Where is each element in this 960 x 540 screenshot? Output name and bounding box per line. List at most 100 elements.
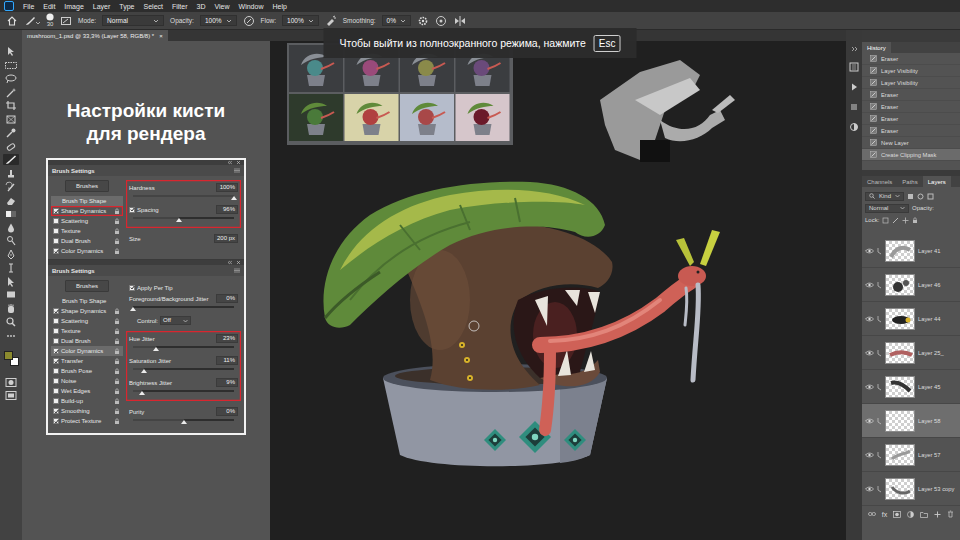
checkbox[interactable] <box>53 248 59 254</box>
history-item[interactable]: Eraser <box>862 89 960 101</box>
brush-option[interactable]: Scattering <box>51 216 123 226</box>
properties-panel-icon[interactable] <box>849 102 859 112</box>
panel-tab[interactable]: Layers <box>923 176 951 187</box>
layer-row[interactable]: Layer 46 <box>862 268 960 302</box>
control-value[interactable]: 0% <box>216 294 238 303</box>
artwork-canvas[interactable] <box>270 41 846 540</box>
filter-shape-icon[interactable] <box>927 193 934 200</box>
control-dropdown[interactable]: Off <box>160 316 191 325</box>
visibility-toggle[interactable] <box>865 416 874 425</box>
menu-item[interactable]: Type <box>119 3 134 10</box>
document-close-button[interactable]: × <box>159 33 163 39</box>
history-item[interactable]: Eraser <box>862 125 960 137</box>
layer-row[interactable]: Layer 41 <box>862 234 960 268</box>
brush-option[interactable]: Transfer <box>51 356 123 366</box>
history-panel-icon[interactable] <box>849 62 859 72</box>
history-item[interactable]: Eraser <box>862 53 960 65</box>
history-item[interactable]: Layer Visibility <box>862 77 960 89</box>
tool-button[interactable] <box>3 46 19 57</box>
symmetry-icon[interactable] <box>453 15 467 27</box>
history-item[interactable]: Eraser <box>862 101 960 113</box>
control-value[interactable]: 96% <box>216 205 238 214</box>
brush-option[interactable]: Protect Texture <box>51 416 123 426</box>
checkbox[interactable] <box>53 398 59 404</box>
checkbox[interactable] <box>129 285 135 291</box>
brush-option[interactable]: Build-up <box>51 396 123 406</box>
tool-button[interactable] <box>3 330 19 341</box>
tool-button[interactable] <box>3 235 19 246</box>
checkbox[interactable] <box>53 218 59 224</box>
slider-thumb[interactable] <box>176 218 182 222</box>
checkbox[interactable] <box>53 208 59 214</box>
brush-panel-toggle-icon[interactable] <box>60 15 72 27</box>
checkbox[interactable] <box>53 238 59 244</box>
brush-tool-icon[interactable] <box>24 15 40 27</box>
play-action-icon[interactable] <box>849 82 859 92</box>
menu-item[interactable]: Edit <box>43 3 55 10</box>
tool-button[interactable] <box>3 60 19 71</box>
control-value[interactable]: 100% <box>216 183 238 192</box>
brushes-button[interactable]: Brushes <box>65 280 109 292</box>
brush-option[interactable]: Dual Brush <box>51 336 123 346</box>
pressure-opacity-icon[interactable] <box>243 15 255 27</box>
tool-button[interactable] <box>3 73 19 84</box>
smoothing-field[interactable]: 0% <box>382 15 411 26</box>
checkbox[interactable] <box>53 338 59 344</box>
slider-track[interactable] <box>133 195 234 197</box>
visibility-toggle[interactable] <box>865 246 874 255</box>
quick-mask-button[interactable] <box>3 377 19 388</box>
tool-button[interactable] <box>3 262 19 273</box>
slider-thumb[interactable] <box>153 347 159 351</box>
slider-thumb[interactable] <box>231 196 237 200</box>
close-icon[interactable] <box>236 160 241 165</box>
slider-track[interactable] <box>133 368 234 370</box>
gear-icon[interactable] <box>417 15 429 27</box>
checkbox[interactable] <box>53 358 59 364</box>
menu-item[interactable]: Filter <box>172 3 188 10</box>
tool-button[interactable] <box>3 181 19 192</box>
visibility-toggle[interactable] <box>865 314 874 323</box>
new-layer-icon[interactable] <box>934 511 941 518</box>
brush-option[interactable]: Color Dynamics <box>51 346 123 356</box>
tool-button[interactable] <box>3 100 19 111</box>
flow-field[interactable]: 100% <box>282 15 319 26</box>
layer-effects-button[interactable]: fx <box>882 511 887 518</box>
layer-row[interactable]: Layer 57 <box>862 438 960 472</box>
menu-item[interactable]: Image <box>64 3 83 10</box>
tool-button[interactable] <box>3 303 19 314</box>
document-tab[interactable]: mushroom_1.psd @ 33,3% (Layer 58, RGB/8)… <box>22 30 168 41</box>
checkbox[interactable] <box>53 228 59 234</box>
tool-button[interactable] <box>3 87 19 98</box>
adjustment-layer-icon[interactable] <box>907 511 914 518</box>
brush-option[interactable]: Noise <box>51 376 123 386</box>
brush-preset-picker[interactable]: 30 <box>46 13 54 28</box>
brush-option[interactable]: Scattering <box>51 316 123 326</box>
menu-item[interactable]: Layer <box>93 3 111 10</box>
checkbox[interactable] <box>53 318 59 324</box>
control-value[interactable]: 200 px <box>214 234 238 243</box>
tool-button[interactable] <box>3 154 19 165</box>
checkbox[interactable] <box>53 328 59 334</box>
color-swatches[interactable] <box>4 351 19 366</box>
menu-item[interactable]: 3D <box>197 3 206 10</box>
visibility-toggle[interactable] <box>865 484 874 493</box>
tool-button[interactable] <box>3 222 19 233</box>
menu-item[interactable]: File <box>23 3 34 10</box>
history-item[interactable]: New Layer <box>862 137 960 149</box>
brush-option[interactable]: Shape Dynamics <box>51 206 123 216</box>
control-value[interactable]: 0% <box>216 407 238 416</box>
collapse-icon[interactable] <box>227 160 233 165</box>
close-icon[interactable] <box>236 260 241 265</box>
menu-item[interactable]: Window <box>239 3 264 10</box>
layer-row[interactable]: Layer 25_ <box>862 336 960 370</box>
slider-track[interactable] <box>133 419 234 421</box>
visibility-toggle[interactable] <box>865 382 874 391</box>
add-mask-icon[interactable] <box>893 511 901 518</box>
tool-button[interactable] <box>3 289 19 300</box>
brush-option[interactable]: Brush Pose <box>51 366 123 376</box>
artwork-illustration[interactable] <box>270 41 846 540</box>
lock-pixels-icon[interactable] <box>892 217 899 224</box>
brush-option[interactable]: Dual Brush <box>51 236 123 246</box>
slider-thumb[interactable] <box>139 391 145 395</box>
layer-filter-dropdown[interactable]: Kind <box>865 192 904 201</box>
